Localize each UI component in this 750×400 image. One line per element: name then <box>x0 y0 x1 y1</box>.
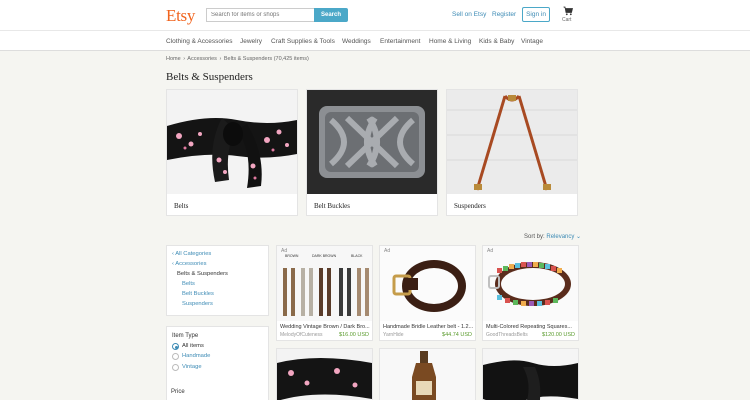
belts-image <box>167 90 297 194</box>
category-nav: Clothing & Accessories Jewelry Craft Sup… <box>0 30 750 51</box>
sell-on-etsy-link[interactable]: Sell on Etsy <box>452 11 486 18</box>
sidebar-sub-belts[interactable]: Belts <box>182 281 195 287</box>
product-shop[interactable]: MelodyOfCuteness <box>280 332 323 338</box>
nav-jewelry[interactable]: Jewelry <box>240 38 262 45</box>
suspenders-image <box>447 90 577 194</box>
etsy-logo[interactable]: Etsy <box>166 6 195 26</box>
radio-vintage[interactable] <box>172 364 179 371</box>
breadcrumb-separator: › <box>219 56 222 62</box>
breadcrumb-accessories[interactable]: Accessories <box>187 56 217 62</box>
sort-by-label: Sort by: <box>524 234 545 240</box>
register-link[interactable]: Register <box>492 11 516 18</box>
top-header: Etsy Search Sell on Etsy Register Sign i… <box>0 0 750 30</box>
product-card[interactable]: Ad Handmade Bridle Leather belt - 1.2...… <box>379 245 476 341</box>
nav-kids-baby[interactable]: Kids & Baby <box>479 38 514 45</box>
product-price: $16.00 USD <box>339 332 369 338</box>
nav-entertainment[interactable]: Entertainment <box>380 38 420 45</box>
ad-badge: Ad <box>281 248 288 254</box>
product-card[interactable] <box>482 348 579 400</box>
radio-all-items[interactable] <box>172 343 179 350</box>
search-button[interactable]: Search <box>314 8 348 22</box>
ad-badge: Ad <box>384 248 391 254</box>
sidebar-category-nav: ‹ All Categories ‹ Accessories Belts & S… <box>166 245 269 316</box>
sign-in-button[interactable]: Sign in <box>522 7 550 22</box>
product-image-caption-brown: BROWN <box>285 254 299 258</box>
sort-by-value[interactable]: Relevancy <box>546 234 574 240</box>
product-image <box>380 246 475 321</box>
product-card[interactable]: Ad BROWN DARK BROWN BLACK Wedding Vintag… <box>276 245 373 341</box>
breadcrumb: Home › Accessories › Belts & Suspenders … <box>166 56 309 62</box>
sidebar-current-category: Belts & Suspenders <box>177 271 228 277</box>
radio-label-all-items[interactable]: All items <box>182 343 204 349</box>
product-image <box>483 349 578 400</box>
product-price: $120.00 USD <box>541 332 575 338</box>
radio-label-vintage[interactable]: Vintage <box>182 364 202 370</box>
product-image-caption-black: BLACK <box>351 254 363 258</box>
product-price: $44.74 USD <box>442 332 472 338</box>
category-card-belts[interactable]: Belts <box>166 89 298 216</box>
radio-label-handmade[interactable]: Handmade <box>182 353 210 359</box>
nav-craft-supplies[interactable]: Craft Supplies & Tools <box>271 38 335 45</box>
product-shop[interactable]: GoodThreadsBelts <box>486 332 528 338</box>
sort-by-control[interactable]: Sort by: Relevancy ⌄ <box>524 233 581 240</box>
price-filter-title: Price <box>171 389 185 395</box>
cart-label: Cart <box>562 17 572 23</box>
breadcrumb-count: (70,425 items) <box>273 56 309 62</box>
product-title[interactable]: Multi-Colored Repeating Squares... <box>486 324 576 330</box>
nav-vintage[interactable]: Vintage <box>521 38 543 45</box>
category-card-label: Belts <box>174 202 189 210</box>
belt-buckles-image <box>307 90 437 194</box>
category-card-belt-buckles[interactable]: Belt Buckles <box>306 89 438 216</box>
chevron-down-icon[interactable]: ⌄ <box>576 234 581 240</box>
product-image-caption-dark-brown: DARK BROWN <box>312 254 337 258</box>
sidebar-sub-belt-buckles[interactable]: Belt Buckles <box>182 291 214 297</box>
product-title[interactable]: Wedding Vintage Brown / Dark Bro... <box>280 324 370 330</box>
product-image <box>380 349 475 400</box>
product-card[interactable]: Ad Multi-Colored Repeating Squares... Go… <box>482 245 579 341</box>
sidebar-all-categories[interactable]: ‹ All Categories <box>172 251 211 257</box>
breadcrumb-separator: › <box>183 56 186 62</box>
item-type-title: Item Type <box>172 333 199 339</box>
product-card[interactable] <box>379 348 476 400</box>
category-card-suspenders[interactable]: Suspenders <box>446 89 578 216</box>
radio-handmade[interactable] <box>172 353 179 360</box>
ad-badge: Ad <box>487 248 494 254</box>
sidebar-sub-suspenders[interactable]: Suspenders <box>182 301 213 307</box>
chevron-left-icon: ‹ <box>172 251 174 257</box>
nav-clothing-accessories[interactable]: Clothing & Accessories <box>166 38 232 45</box>
category-card-label: Belt Buckles <box>314 202 350 210</box>
category-card-label: Suspenders <box>454 202 486 210</box>
sidebar-accessories-label: Accessories <box>175 261 207 267</box>
sidebar-all-categories-label: All Categories <box>175 251 212 257</box>
chevron-left-icon: ‹ <box>172 261 174 267</box>
product-image <box>483 246 578 321</box>
breadcrumb-home[interactable]: Home <box>166 56 181 62</box>
sidebar-accessories[interactable]: ‹ Accessories <box>172 261 206 267</box>
product-shop[interactable]: YarnHide <box>383 332 403 338</box>
product-title[interactable]: Handmade Bridle Leather belt - 1.2... <box>383 324 473 330</box>
search-input[interactable] <box>206 8 314 22</box>
nav-home-living[interactable]: Home & Living <box>429 38 471 45</box>
breadcrumb-current: Belts & Suspenders <box>223 56 273 62</box>
product-image <box>277 349 372 400</box>
cart-icon[interactable] <box>563 6 573 16</box>
nav-weddings[interactable]: Weddings <box>342 38 371 45</box>
product-card[interactable] <box>276 348 373 400</box>
page-title: Belts & Suspenders <box>166 71 253 83</box>
